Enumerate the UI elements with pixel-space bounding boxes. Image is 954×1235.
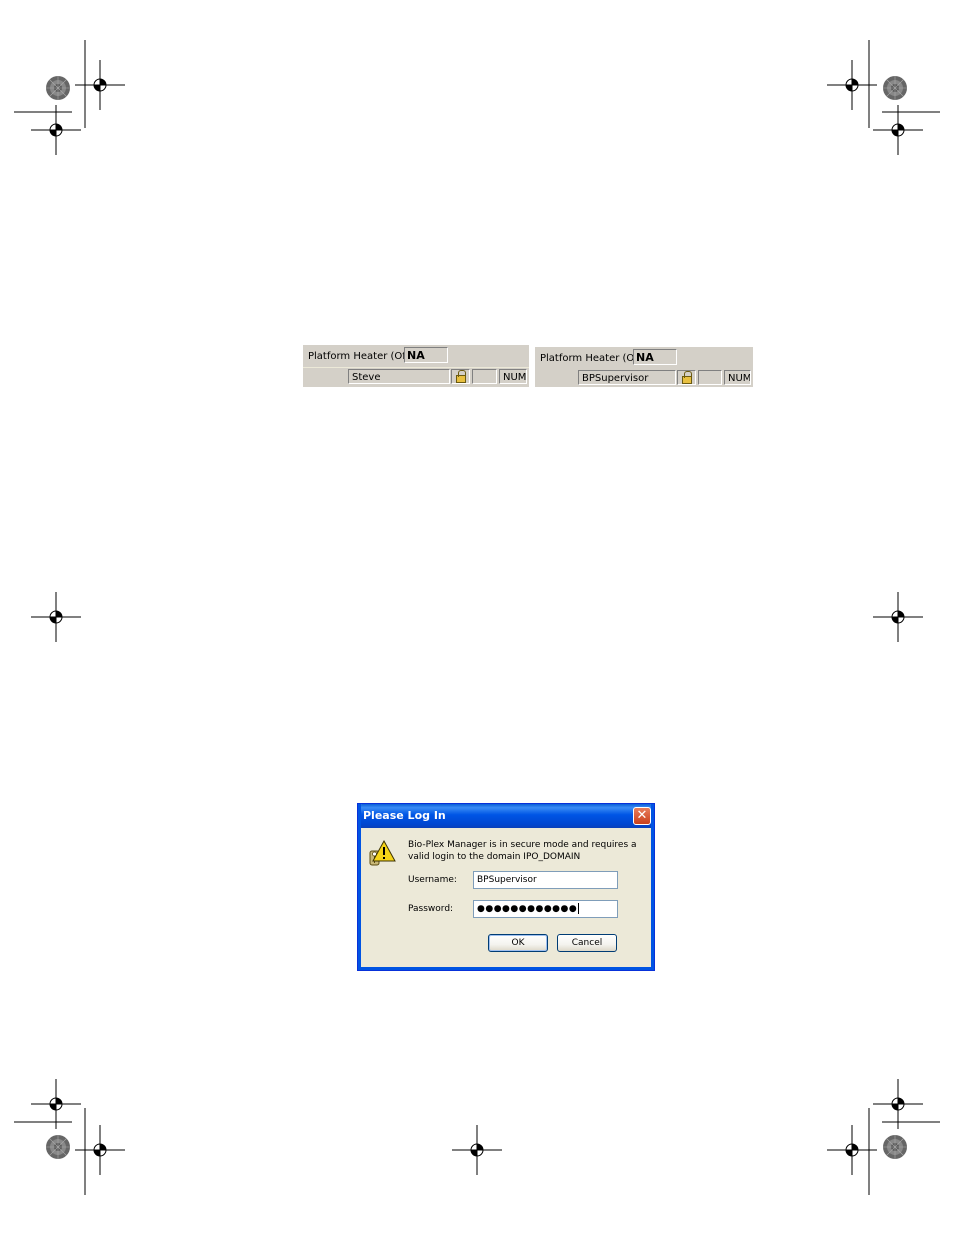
user-name: Steve — [352, 372, 381, 383]
password-label: Password: — [408, 904, 454, 914]
user-name: BPSupervisor — [582, 373, 649, 384]
close-button[interactable]: ✕ — [633, 807, 651, 825]
rosette-mark — [45, 75, 71, 101]
crosshair-mark — [74, 59, 126, 111]
registration-marks — [14, 40, 940, 1195]
num-lock-indicator: NUM — [503, 372, 527, 383]
empty-pane — [698, 370, 722, 385]
crosshair-mark — [74, 1124, 126, 1176]
platform-heater-label: Platform Heater (Off): — [308, 351, 417, 362]
message-line-1: Bio-Plex Manager is in secure mode and r… — [408, 840, 637, 850]
username-field[interactable]: BPSupervisor — [473, 871, 618, 889]
ok-button-label: OK — [511, 938, 525, 948]
statusbar-bottom-row: BPSupervisor NUM — [535, 369, 753, 387]
password-value: ●●●●●●●●●●●● — [477, 904, 578, 914]
rosette-mark — [45, 1134, 71, 1160]
statusbar-bottom-row: Steve NUM — [303, 368, 529, 386]
platform-heater-value: NA — [404, 347, 448, 363]
dialog-titlebar[interactable]: Please Log In ✕ — [358, 804, 654, 828]
statusbar-top-row: Platform Heater (Off): NA — [303, 345, 529, 368]
empty-pane — [472, 369, 497, 384]
num-pane: NUM — [724, 370, 751, 385]
login-message: Bio-Plex Manager is in secure mode and r… — [408, 839, 643, 863]
cancel-button-label: Cancel — [571, 938, 603, 948]
login-dialog: Please Log In ✕ Bio-Plex Manager is in s… — [357, 803, 655, 971]
statusbar-bpsupervisor: Platform Heater (Off): NA BPSupervisor N… — [535, 347, 753, 387]
message-line-2: valid login to the domain IPO_DOMAIN — [408, 852, 581, 862]
username-value: BPSupervisor — [477, 875, 537, 885]
rosette-mark — [882, 75, 908, 101]
lock-pane[interactable] — [677, 370, 696, 385]
username-label: Username: — [408, 875, 457, 885]
text-caret — [578, 903, 580, 914]
user-pane: Steve — [348, 369, 450, 384]
statusbar-steve: Platform Heater (Off): NA Steve NUM — [303, 345, 529, 387]
rosette-mark — [882, 1134, 908, 1160]
close-icon: ✕ — [636, 808, 648, 823]
platform-heater-value: NA — [633, 349, 677, 365]
warning-key-icon — [369, 839, 396, 866]
dialog-title: Please Log In — [363, 809, 446, 822]
user-pane: BPSupervisor — [578, 370, 676, 385]
locked-lock-icon — [682, 371, 692, 384]
password-field[interactable]: ●●●●●●●●●●●● — [473, 900, 618, 918]
num-lock-indicator: NUM — [728, 373, 751, 384]
crosshair-mark — [872, 591, 924, 643]
crosshair-mark — [451, 1124, 503, 1176]
lock-pane[interactable] — [451, 369, 470, 384]
ok-button[interactable]: OK — [488, 934, 548, 952]
statusbar-top-row: Platform Heater (Off): NA — [535, 347, 753, 370]
num-pane: NUM — [499, 369, 527, 384]
cancel-button[interactable]: Cancel — [557, 934, 617, 952]
unlocked-lock-icon — [456, 370, 466, 383]
crosshair-mark — [30, 591, 82, 643]
